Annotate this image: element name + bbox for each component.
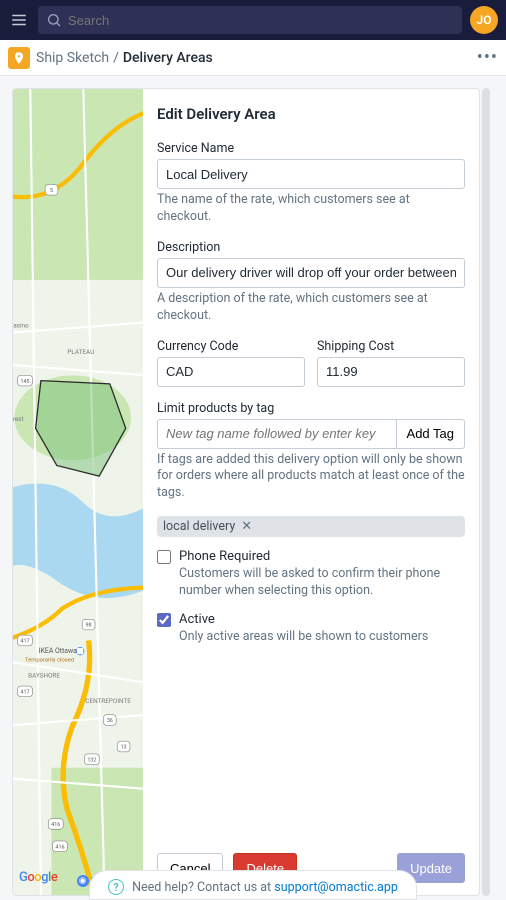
delivery-card: 5 145 417 36 98 13 132 417 416 416 PLATE… xyxy=(12,88,480,896)
description-label: Description xyxy=(157,240,465,255)
svg-text:Temporarily closed: Temporarily closed xyxy=(25,658,74,664)
form-panel: Edit Delivery Area Service Name The name… xyxy=(143,89,479,895)
breadcrumb: Ship Sketch / Delivery Areas ••• xyxy=(0,40,506,76)
currency-code-label: Currency Code xyxy=(157,339,305,354)
shipping-cost-input[interactable] xyxy=(317,357,465,387)
svg-text:5: 5 xyxy=(50,188,53,194)
svg-text:Casino: Casino xyxy=(13,322,29,330)
panel-title: Edit Delivery Area xyxy=(157,105,465,123)
phone-required-checkbox[interactable] xyxy=(157,550,171,564)
svg-text:orest: orest xyxy=(13,415,24,423)
menu-icon[interactable] xyxy=(8,9,30,31)
content-area: 5 145 417 36 98 13 132 417 416 416 PLATE… xyxy=(0,76,506,896)
phone-required-label: Phone Required xyxy=(179,549,270,564)
tags-help: If tags are added this delivery option w… xyxy=(157,452,465,503)
phone-required-help: Customers will be asked to confirm their… xyxy=(179,566,465,600)
description-input[interactable] xyxy=(157,258,465,288)
svg-text:98: 98 xyxy=(86,623,92,629)
shipping-cost-label: Shipping Cost xyxy=(317,339,465,354)
svg-text:36: 36 xyxy=(107,718,113,724)
active-label: Active xyxy=(179,612,215,627)
support-bar: ? Need help? Contact us at support@omact… xyxy=(0,870,506,900)
service-name-help: The name of the rate, which customers se… xyxy=(157,192,465,226)
tag-input[interactable] xyxy=(157,419,396,449)
active-help: Only active areas will be shown to custo… xyxy=(179,629,465,646)
tag-chip: local delivery ✕ xyxy=(157,516,465,537)
breadcrumb-page: Delivery Areas xyxy=(123,50,213,66)
svg-text:416: 416 xyxy=(51,822,60,828)
more-actions-icon[interactable]: ••• xyxy=(477,47,498,68)
add-tag-button[interactable]: Add Tag xyxy=(396,419,465,449)
service-name-label: Service Name xyxy=(157,141,465,156)
svg-text:132: 132 xyxy=(87,757,96,763)
limit-tags-label: Limit products by tag xyxy=(157,401,465,416)
breadcrumb-app[interactable]: Ship Sketch xyxy=(36,50,109,66)
tag-remove-icon[interactable]: ✕ xyxy=(241,519,252,534)
tag-label: local delivery xyxy=(163,519,235,534)
active-checkbox[interactable] xyxy=(157,613,171,627)
search-input-container[interactable] xyxy=(38,6,462,34)
support-text: Need help? Contact us at support@omactic… xyxy=(132,880,398,895)
map-svg: 5 145 417 36 98 13 132 417 416 416 PLATE… xyxy=(13,89,143,895)
svg-text:145: 145 xyxy=(21,379,30,385)
topbar: JO xyxy=(0,0,506,40)
support-email-link[interactable]: support@omactic.app xyxy=(274,880,398,895)
description-help: A description of the rate, which custome… xyxy=(157,291,465,325)
search-icon xyxy=(46,12,62,28)
svg-text:417: 417 xyxy=(21,690,30,696)
help-icon: ? xyxy=(108,879,124,895)
avatar[interactable]: JO xyxy=(470,6,498,34)
svg-text:BAYSHORE: BAYSHORE xyxy=(28,672,60,680)
svg-text:PLATEAU: PLATEAU xyxy=(67,348,94,356)
search-input[interactable] xyxy=(68,13,454,28)
scrollbar-vertical[interactable] xyxy=(482,88,490,896)
svg-text:CENTREPOINTE: CENTREPOINTE xyxy=(85,697,131,705)
breadcrumb-separator: / xyxy=(113,50,119,66)
service-name-input[interactable] xyxy=(157,159,465,189)
map-panel[interactable]: 5 145 417 36 98 13 132 417 416 416 PLATE… xyxy=(13,89,143,895)
svg-text:IKEA Ottawa: IKEA Ottawa xyxy=(39,647,77,655)
svg-text:417: 417 xyxy=(21,639,30,645)
svg-text:416: 416 xyxy=(56,844,65,850)
app-icon xyxy=(8,47,30,69)
svg-text:13: 13 xyxy=(121,745,127,751)
currency-code-input[interactable] xyxy=(157,357,305,387)
